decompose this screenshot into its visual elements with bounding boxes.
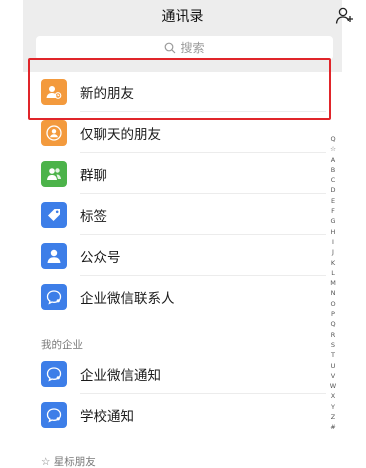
section-title-enterprise: 我的企业	[41, 339, 83, 351]
index-letter[interactable]: ☆	[330, 144, 336, 154]
index-letter[interactable]: J	[332, 247, 334, 257]
section-title-starred: ☆ 星标朋友	[41, 456, 96, 468]
list-item-label: 仅聊天的朋友	[80, 127, 161, 143]
list-item-label: 公众号	[80, 250, 121, 266]
list-item-new-friends[interactable]: 新的朋友	[23, 72, 326, 112]
index-letter[interactable]: L	[331, 268, 335, 278]
search-icon	[165, 42, 176, 54]
index-letter[interactable]: Z	[331, 412, 335, 422]
list-item-school-notice[interactable]: 学校通知	[23, 395, 326, 435]
index-letter[interactable]: O	[330, 299, 335, 309]
list-item-chat-only-friends[interactable]: 仅聊天的朋友	[23, 113, 326, 153]
index-letter[interactable]: G	[330, 216, 335, 226]
new-friend-icon	[41, 79, 67, 105]
index-letter[interactable]: A	[331, 155, 335, 165]
alphabet-index[interactable]: Q ☆ A B C D E F G H I J K L M N O P Q R S T U V W X Y Z #	[326, 134, 340, 464]
tag-icon	[41, 202, 67, 228]
index-letter[interactable]: U	[331, 361, 336, 371]
index-letter[interactable]: P	[331, 309, 335, 319]
school-notice-icon	[41, 402, 67, 428]
index-letter[interactable]: B	[331, 165, 335, 175]
add-friend-icon	[335, 7, 353, 24]
index-letter[interactable]: X	[331, 391, 335, 401]
index-letter[interactable]: H	[331, 227, 336, 237]
add-friend-button[interactable]	[335, 6, 355, 26]
index-letter[interactable]: #	[330, 422, 335, 432]
index-letter[interactable]: N	[331, 288, 336, 298]
index-letter[interactable]: Y	[331, 402, 335, 412]
page-title: 通讯录	[161, 9, 204, 25]
list-item-label: 企业微信联系人	[80, 291, 175, 307]
contacts-screen: 通讯录 搜索 新的朋友 仅聊天的朋友 群聊 标签 公众号 企业微信联系人 我的企…	[0, 0, 366, 468]
index-letter[interactable]: Q	[330, 134, 335, 144]
list-item-wework-contacts[interactable]: 企业微信联系人	[23, 277, 326, 317]
list-item-label: 新的朋友	[80, 86, 134, 102]
index-letter[interactable]: F	[331, 206, 335, 216]
search-placeholder: 搜索	[180, 41, 205, 55]
index-letter[interactable]: S	[331, 340, 335, 350]
index-letter[interactable]: V	[331, 371, 335, 381]
list-item-group-chats[interactable]: 群聊	[23, 154, 326, 194]
index-letter[interactable]: C	[331, 175, 336, 185]
index-letter[interactable]: T	[331, 350, 335, 360]
wework-contact-icon	[41, 284, 67, 310]
list-item-label: 学校通知	[80, 409, 134, 425]
search-input[interactable]: 搜索	[36, 36, 333, 60]
group-chat-icon	[41, 161, 67, 187]
list-item-label: 企业微信通知	[80, 368, 161, 384]
index-letter[interactable]: R	[331, 330, 336, 340]
index-letter[interactable]: D	[330, 185, 335, 195]
wework-notice-icon	[41, 361, 67, 387]
index-letter[interactable]: Q	[330, 319, 335, 329]
list-item-wework-notice[interactable]: 企业微信通知	[23, 354, 326, 394]
index-letter[interactable]: I	[332, 237, 334, 247]
list-item-label: 标签	[80, 209, 107, 225]
index-letter[interactable]: E	[331, 196, 335, 206]
index-letter[interactable]: W	[330, 381, 336, 391]
official-account-icon	[41, 243, 67, 269]
index-letter[interactable]: K	[331, 258, 335, 268]
list-item-official-accounts[interactable]: 公众号	[23, 236, 326, 276]
index-letter[interactable]: M	[330, 278, 336, 288]
list-item-label: 群聊	[80, 168, 107, 184]
list-item-tags[interactable]: 标签	[23, 195, 326, 235]
chat-only-friend-icon	[41, 120, 67, 146]
